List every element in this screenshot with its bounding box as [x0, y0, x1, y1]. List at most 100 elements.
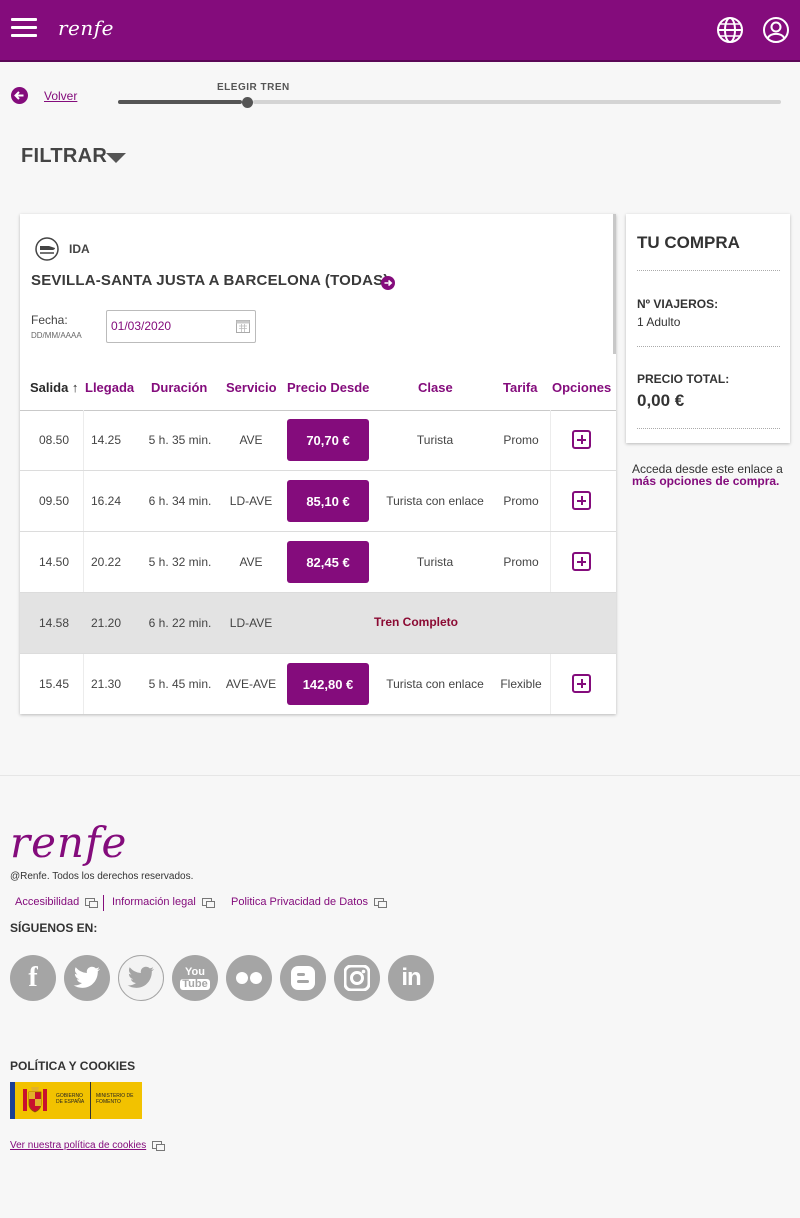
cell-llegada: 20.22 [90, 555, 122, 569]
cell-duracion: 5 h. 35 min. [148, 433, 212, 447]
cell-divider [83, 532, 84, 592]
link-informacion-legal[interactable]: Información legal [112, 896, 215, 908]
twitter-icon[interactable] [64, 955, 110, 1001]
user-icon[interactable] [762, 16, 790, 44]
col-header-tarifa[interactable]: Tarifa [503, 380, 537, 395]
cell-salida: 15.45 [38, 677, 70, 691]
total-value: 0,00 € [637, 391, 685, 410]
date-label: Fecha: [31, 313, 68, 327]
step-label: ELEGIR TREN [217, 82, 290, 93]
direction-label: IDA [69, 242, 90, 256]
filter-toggle[interactable]: FILTRAR [21, 145, 107, 168]
cell-servicio: LD-AVE [229, 616, 273, 630]
instagram-icon[interactable] [334, 955, 380, 1001]
progress-track-done [118, 100, 242, 104]
route-title: SEVILLA-SANTA JUSTA A BARCELONA (TODAS) [31, 272, 389, 289]
blogger-icon[interactable] [280, 955, 326, 1001]
table-row[interactable]: 08.50 14.25 5 h. 35 min. AVE 70,70 € Tur… [20, 410, 616, 471]
purchase-title: TU COMPRA [637, 233, 740, 252]
cell-divider [550, 654, 551, 714]
cell-salida: 08.50 [38, 433, 70, 447]
cell-duracion: 6 h. 22 min. [148, 616, 212, 630]
expand-options-icon[interactable] [572, 491, 591, 510]
globe-icon[interactable] [716, 16, 744, 44]
cell-duracion: 6 h. 34 min. [148, 494, 212, 508]
cookies-heading: POLÍTICA Y COOKIES [10, 1059, 136, 1073]
back-link[interactable]: Volver [44, 89, 77, 103]
table-row[interactable]: 15.45 21.30 5 h. 45 min. AVE-AVE 142,80 … [20, 654, 616, 715]
expand-options-icon[interactable] [572, 430, 591, 449]
brand-logo[interactable]: renfe [58, 16, 114, 40]
price-button[interactable]: 70,70 € [287, 419, 369, 461]
cell-tarifa: Promo [503, 494, 539, 508]
cell-divider [550, 410, 551, 470]
cookies-policy-link[interactable]: Ver nuestra política de cookies [10, 1140, 166, 1151]
total-label: PRECIO TOTAL: [637, 372, 730, 386]
follow-heading: SÍGUENOS EN: [10, 921, 98, 935]
link-privacidad[interactable]: Politica Privacidad de Datos [231, 896, 387, 908]
table-row-full: 14.58 21.20 6 h. 22 min. LD-AVE Tren Com… [20, 593, 616, 654]
external-link-icon [152, 1141, 166, 1151]
cell-tarifa: Promo [503, 433, 539, 447]
arrow-right-icon[interactable] [381, 276, 395, 290]
cell-duracion: 5 h. 45 min. [148, 677, 212, 691]
cell-clase: Turista con enlace [386, 677, 484, 691]
card-scrollbar[interactable] [613, 214, 616, 354]
external-link-icon [373, 898, 387, 908]
facebook-icon[interactable]: f [10, 955, 56, 1001]
col-header-salida[interactable]: Salida ↑ [30, 380, 78, 395]
col-header-servicio[interactable]: Servicio [226, 380, 277, 395]
youtube-icon[interactable]: You Tube [172, 955, 218, 1001]
progress-dot [242, 97, 253, 108]
more-options-text: Acceda desde este enlace a más opciones … [632, 462, 783, 488]
price-button[interactable]: 85,10 € [287, 480, 369, 522]
back-arrow-icon[interactable] [11, 87, 28, 104]
top-bar [0, 0, 800, 62]
price-button[interactable]: 82,45 € [287, 541, 369, 583]
col-header-clase[interactable]: Clase [418, 380, 453, 395]
cell-clase: Turista con enlace [386, 494, 484, 508]
cell-salida: 14.58 [38, 616, 70, 630]
date-input-value[interactable]: 01/03/2020 [111, 319, 171, 333]
travelers-value: 1 Adulto [637, 315, 681, 329]
expand-options-icon[interactable] [572, 674, 591, 693]
cell-servicio: LD-AVE [229, 494, 273, 508]
cell-llegada: 14.25 [90, 433, 122, 447]
external-link-icon [201, 898, 215, 908]
dotted-divider [637, 346, 780, 347]
travelers-label: Nº VIAJEROS: [637, 297, 719, 311]
cell-divider [550, 471, 551, 531]
cell-salida: 14.50 [38, 555, 70, 569]
more-options-link[interactable]: más opciones de compra. [632, 474, 779, 488]
calendar-icon[interactable] [236, 319, 250, 333]
footer-logo[interactable]: renfe [10, 818, 127, 867]
col-header-llegada[interactable]: Llegada [85, 380, 134, 395]
expand-options-icon[interactable] [572, 552, 591, 571]
col-header-opciones: Opciones [552, 380, 612, 395]
gov-separator [90, 1082, 91, 1119]
dotted-divider [637, 428, 780, 429]
linkedin-icon[interactable]: in [388, 955, 434, 1001]
cell-clase: Turista [416, 555, 454, 569]
date-format-hint: DD/MM/AAAA [31, 331, 82, 340]
cell-divider [550, 532, 551, 592]
twitter-outline-icon[interactable] [118, 955, 164, 1001]
col-header-precio[interactable]: Precio Desde [287, 380, 369, 395]
cell-salida: 09.50 [38, 494, 70, 508]
flickr-icon[interactable] [226, 955, 272, 1001]
external-link-icon [85, 898, 99, 908]
caret-down-icon[interactable] [106, 153, 126, 163]
train-icon [35, 237, 59, 261]
price-button[interactable]: 142,80 € [287, 663, 369, 705]
cell-servicio: AVE [239, 555, 263, 569]
col-header-duracion[interactable]: Duración [151, 380, 207, 395]
ministry-text: MINISTERIO DE FOMENTO [96, 1093, 134, 1105]
cell-divider [83, 471, 84, 531]
cell-tarifa: Promo [503, 555, 539, 569]
cell-divider [83, 654, 84, 714]
cell-llegada: 16.24 [90, 494, 122, 508]
link-accesibilidad[interactable]: Accesibilidad [15, 896, 99, 908]
table-row[interactable]: 14.50 20.22 5 h. 32 min. AVE 82,45 € Tur… [20, 532, 616, 593]
table-row[interactable]: 09.50 16.24 6 h. 34 min. LD-AVE 85,10 € … [20, 471, 616, 532]
menu-icon[interactable] [11, 18, 37, 38]
